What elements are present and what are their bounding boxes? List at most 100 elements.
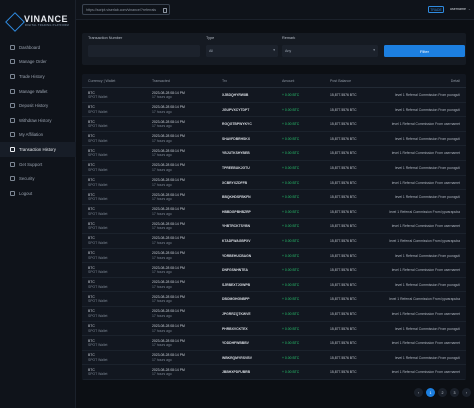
cell-wallet: SPOT Wallet bbox=[88, 153, 108, 158]
cell-wallet: SPOT Wallet bbox=[88, 357, 108, 362]
sidebar-item-my-affiliation[interactable]: My Affiliation bbox=[0, 128, 76, 143]
brand-logo[interactable]: VINANCE DIGITAL TRADING PLATFORM bbox=[5, 12, 69, 34]
cell-balance: 15,877.5576 BTC bbox=[330, 253, 357, 258]
table-row: BTC SPOT Wallet 2023-08-28 08:14 PM 17 hour… bbox=[82, 88, 466, 103]
sidebar-item-manage-wallet[interactable]: Manage Wallet bbox=[0, 84, 76, 99]
cell-trx: RGQGTBPWYKYC bbox=[222, 122, 252, 127]
sidebar-item-manage-order[interactable]: Manage Order bbox=[0, 55, 76, 70]
cell-detail: level 1 Referral Commission From usernam… bbox=[391, 311, 460, 316]
sidebar-item-security[interactable]: Security bbox=[0, 171, 76, 186]
logo-mark-icon bbox=[5, 12, 25, 32]
sidebar-item-logout[interactable]: Logout bbox=[0, 186, 76, 201]
cell-ago: 17 hours ago bbox=[152, 167, 172, 172]
sidebar-item-label: Get Support bbox=[19, 161, 43, 167]
page-button-1[interactable]: 1 bbox=[426, 388, 435, 397]
sidebar-nav: Dashboard Manage Order Trade History Manage… bbox=[0, 40, 76, 201]
sidebar-item-trade-history[interactable]: Trade History bbox=[0, 69, 76, 84]
page-button-2[interactable]: 2 bbox=[438, 388, 447, 397]
column-header: Amount bbox=[282, 79, 295, 83]
chevron-down-icon: ▾ bbox=[373, 48, 375, 52]
type-select-value: All bbox=[209, 49, 213, 53]
user-menu[interactable]: username ⌄ bbox=[450, 7, 471, 11]
order-icon bbox=[10, 59, 15, 65]
cell-ago: 17 hours ago bbox=[152, 313, 172, 318]
remark-select[interactable]: Any ▾ bbox=[282, 45, 378, 57]
table-row: BTC SPOT Wallet 2023-08-28 08:14 PM 17 hour… bbox=[82, 103, 466, 118]
trade-button[interactable]: TRADE bbox=[428, 6, 444, 13]
cell-balance: 15,877.5576 BTC bbox=[330, 326, 357, 331]
cell-ago: 17 hours ago bbox=[152, 109, 172, 114]
cell-detail: level 1 Referral Commission From puvogut… bbox=[394, 326, 460, 331]
sidebar-item-label: Trade History bbox=[19, 73, 45, 79]
sidebar-item-get-support[interactable]: Get Support bbox=[0, 157, 76, 172]
cell-balance: 15,877.5576 BTC bbox=[330, 107, 357, 112]
table-row: BTC SPOT Wallet 2023-08-28 08:14 PM 17 hour… bbox=[82, 351, 466, 366]
support-icon bbox=[10, 161, 15, 167]
cell-detail: level 1 Referral Commission From usernam… bbox=[391, 341, 460, 346]
filter-panel: Transaction Number Type All ▾ Remark Any… bbox=[82, 33, 466, 65]
sidebar-item-deposit-history[interactable]: Deposit History bbox=[0, 98, 76, 113]
table-row: BTC SPOT Wallet 2023-08-28 08:14 PM 17 hour… bbox=[82, 292, 466, 307]
column-header: Post Balance bbox=[330, 79, 352, 83]
prev-page-button[interactable]: ‹ bbox=[414, 388, 423, 397]
remark-filter-label: Remark bbox=[282, 36, 296, 40]
referral-url-text: https://script.viserlab.com/vinance/?ref… bbox=[86, 7, 157, 12]
cell-wallet: SPOT Wallet bbox=[88, 167, 108, 172]
cell-detail: level 1 Referral Commission From puvogut… bbox=[394, 136, 460, 141]
page-button-3[interactable]: 3 bbox=[450, 388, 459, 397]
cell-ago: 17 hours ago bbox=[152, 255, 172, 260]
dashboard-icon bbox=[10, 44, 15, 50]
table-row: BTC SPOT Wallet 2023-08-28 08:14 PM 17 hour… bbox=[82, 161, 466, 176]
cell-detail: level 1 Referral Commission From lypvara… bbox=[389, 238, 460, 243]
cell-detail: level 1 Referral Commission From lypvara… bbox=[389, 209, 460, 214]
cell-trx: XCBRYXZDFFB bbox=[222, 180, 248, 185]
cell-balance: 15,877.5576 BTC bbox=[330, 122, 357, 127]
cell-wallet: SPOT Wallet bbox=[88, 284, 108, 289]
cell-wallet: SPOT Wallet bbox=[88, 211, 108, 216]
copy-icon[interactable] bbox=[163, 7, 167, 13]
cell-detail: level 1 Referral Commission From usernam… bbox=[391, 122, 460, 127]
cell-ago: 17 hours ago bbox=[152, 197, 172, 202]
sidebar-item-label: My Affiliation bbox=[19, 132, 44, 138]
cell-detail: level 1 Referral Commission From puvogut… bbox=[394, 107, 460, 112]
cell-detail: level 1 Referral Commission From usernam… bbox=[391, 180, 460, 185]
cell-balance: 15,877.5576 BTC bbox=[330, 355, 357, 360]
table-row: BTC SPOT Wallet 2023-08-28 08:14 PM 17 hour… bbox=[82, 365, 466, 380]
referral-url-field[interactable]: https://script.viserlab.com/vinance/?ref… bbox=[82, 4, 170, 15]
cell-detail: level 1 Referral Commission From puvogut… bbox=[394, 253, 460, 258]
pagination: ‹ 1 2 3 › bbox=[414, 388, 471, 397]
cell-amount: + 0.00 BTC bbox=[282, 180, 300, 185]
sidebar-item-withdraw-history[interactable]: Withdraw History bbox=[0, 113, 76, 128]
type-select[interactable]: All ▾ bbox=[206, 45, 278, 57]
cell-trx: JGUPVXCYTDPT bbox=[222, 107, 250, 112]
cell-wallet: SPOT Wallet bbox=[88, 240, 108, 245]
cell-ago: 17 hours ago bbox=[152, 372, 172, 377]
brand-tagline: DIGITAL TRADING PLATFORM bbox=[25, 24, 69, 27]
sidebar-item-transaction-history[interactable]: Transaction History bbox=[0, 142, 76, 157]
sidebar-item-label: Withdraw History bbox=[19, 117, 52, 123]
filter-button[interactable]: Filter bbox=[384, 45, 465, 57]
trx-number-input[interactable] bbox=[88, 45, 200, 57]
cell-trx: WBKRQMYRSVBV bbox=[222, 355, 252, 360]
cell-wallet: SPOT Wallet bbox=[88, 197, 108, 202]
cell-trx: SJRBEXTJGWPB bbox=[222, 282, 251, 287]
cell-detail: level 1 Referral Commission From puvogut… bbox=[394, 93, 460, 97]
transaction-icon bbox=[10, 146, 15, 152]
cell-balance: 15,877.5576 BTC bbox=[330, 165, 357, 170]
table-row: BTC SPOT Wallet 2023-08-28 08:14 PM 17 hour… bbox=[82, 146, 466, 161]
cell-trx: SHAVFDBRHSKX bbox=[222, 136, 251, 141]
cell-amount: + 0.00 BTC bbox=[282, 93, 300, 97]
cell-amount: + 0.00 BTC bbox=[282, 341, 300, 346]
cell-ago: 17 hours ago bbox=[152, 240, 172, 245]
cell-ago: 17 hours ago bbox=[152, 284, 172, 289]
sidebar-item-dashboard[interactable]: Dashboard bbox=[0, 40, 76, 55]
next-page-button[interactable]: › bbox=[462, 388, 471, 397]
sidebar-item-label: Logout bbox=[19, 190, 33, 196]
cell-balance: 15,877.5576 BTC bbox=[330, 311, 357, 316]
sidebar-item-label: Transaction History bbox=[19, 146, 56, 152]
type-filter-label: Type bbox=[206, 36, 215, 40]
cell-wallet: SPOT Wallet bbox=[88, 372, 108, 377]
cell-wallet: SPOT Wallet bbox=[88, 343, 108, 348]
cell-balance: 15,877.5576 BTC bbox=[330, 268, 357, 273]
table-body: BTC SPOT Wallet 2023-08-28 08:14 PM 17 hour… bbox=[82, 88, 466, 380]
